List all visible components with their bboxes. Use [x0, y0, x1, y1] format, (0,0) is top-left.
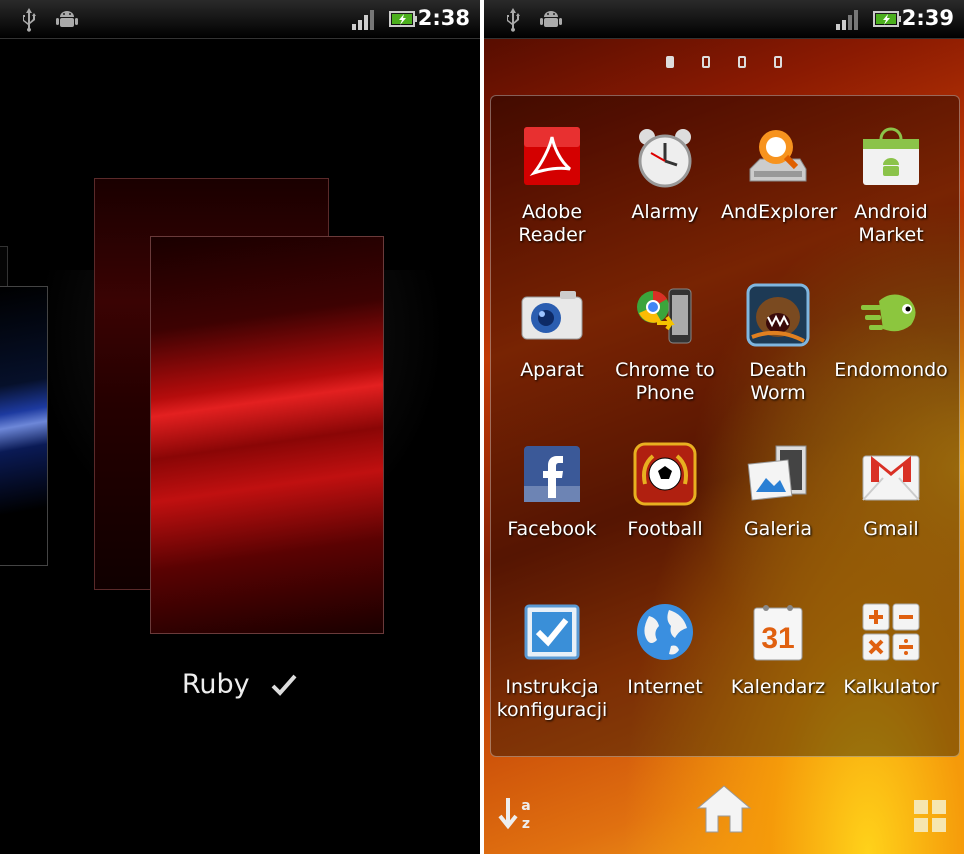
theme-preview-ruby[interactable]	[150, 236, 384, 634]
svg-text:a: a	[521, 798, 530, 814]
app-instrukcja-konfiguracji[interactable]: Instrukcja konfiguracji	[495, 600, 609, 722]
page-dot-1[interactable]	[666, 56, 674, 68]
app-kalendarz[interactable]: 31 Kalendarz	[721, 600, 835, 699]
usb-icon	[23, 8, 36, 32]
setup-guide-icon	[524, 604, 580, 660]
home-icon[interactable]	[694, 782, 754, 834]
app-alarmy[interactable]: Alarmy	[608, 125, 722, 224]
camera-icon	[521, 291, 583, 340]
app-andexplorer[interactable]: AndExplorer	[721, 125, 838, 224]
app-label: Instrukcja konfiguracji	[496, 676, 608, 721]
page-dot-4[interactable]	[774, 56, 782, 68]
football-icon	[633, 442, 697, 506]
clock: 2:39	[901, 6, 954, 30]
status-bar: 2:39	[484, 0, 964, 39]
alarm-clock-icon	[638, 129, 692, 188]
signal-strength-icon	[352, 10, 374, 30]
gallery-icon	[747, 445, 807, 501]
page-dot-3[interactable]	[738, 56, 746, 68]
file-explorer-icon	[749, 130, 807, 182]
signal-strength-icon	[836, 10, 858, 30]
launcher-dock: a z	[484, 770, 964, 854]
death-worm-icon	[746, 283, 810, 347]
app-kalkulator[interactable]: Kalkulator	[834, 600, 948, 699]
app-death-worm[interactable]: Death Worm	[721, 283, 835, 405]
chrome-to-phone-icon	[637, 288, 692, 344]
calendar-icon: 31	[753, 605, 803, 661]
app-facebook[interactable]: Facebook	[495, 442, 609, 541]
android-market-icon	[863, 127, 919, 185]
app-label: Aparat	[520, 359, 584, 381]
app-label: Facebook	[507, 518, 597, 540]
app-android-market[interactable]: Android Market	[834, 125, 948, 247]
app-label: Kalendarz	[730, 676, 826, 698]
app-endomondo[interactable]: Endomondo	[834, 283, 948, 382]
app-galeria[interactable]: Galeria	[721, 442, 835, 541]
battery-charging-icon	[389, 11, 417, 27]
android-debug-icon	[56, 11, 78, 27]
app-label: AndExplorer	[721, 201, 838, 223]
app-label: Galeria	[743, 518, 813, 540]
app-label: Gmail	[863, 518, 919, 540]
app-label: Chrome to Phone	[615, 359, 715, 404]
endomondo-icon	[861, 294, 916, 332]
app-label: Kalkulator	[843, 676, 939, 698]
app-gmail[interactable]: Gmail	[834, 442, 948, 541]
page-indicator	[484, 52, 964, 72]
app-chrome-to-phone[interactable]: Chrome to Phone	[608, 283, 722, 405]
theme-picker-screen: 2:38 Ruby	[0, 0, 480, 854]
calculator-icon	[862, 603, 920, 661]
calendar-day: 31	[761, 622, 794, 655]
battery-charging-icon	[873, 11, 901, 27]
app-label: Death Worm	[749, 359, 807, 404]
adobe-reader-icon	[524, 127, 580, 185]
app-label: Endomondo	[834, 359, 948, 381]
svg-text:z: z	[522, 816, 530, 832]
theme-preview-far-left[interactable]	[0, 246, 8, 288]
app-football[interactable]: Football	[608, 442, 722, 541]
clock: 2:38	[417, 6, 470, 30]
android-debug-icon	[540, 11, 562, 27]
facebook-icon	[524, 446, 580, 502]
theme-name: Ruby	[181, 669, 250, 700]
app-internet[interactable]: Internet	[608, 600, 722, 699]
status-bar: 2:38	[0, 0, 480, 39]
app-label: Android Market	[854, 201, 928, 246]
app-label: Internet	[627, 676, 703, 698]
app-label: Alarmy	[631, 201, 699, 223]
app-aparat[interactable]: Aparat	[495, 283, 609, 382]
theme-preview-blue[interactable]	[0, 286, 48, 566]
sort-alphabetical-icon[interactable]: a z	[498, 794, 538, 834]
app-adobe-reader[interactable]: Adobe Reader	[495, 125, 609, 247]
grid-view-icon[interactable]	[912, 798, 948, 834]
app-label: Football	[627, 518, 703, 540]
internet-globe-icon	[637, 604, 693, 660]
usb-icon	[507, 8, 520, 32]
app-label: Adobe Reader	[518, 201, 586, 246]
page-dot-2[interactable]	[702, 56, 710, 68]
app-drawer-screen: 2:39 Adobe Reader Alarmy AndExplorer And…	[484, 0, 964, 854]
gmail-icon	[862, 455, 920, 501]
checkmark-icon	[271, 674, 297, 696]
theme-name-row: Ruby	[0, 668, 480, 700]
